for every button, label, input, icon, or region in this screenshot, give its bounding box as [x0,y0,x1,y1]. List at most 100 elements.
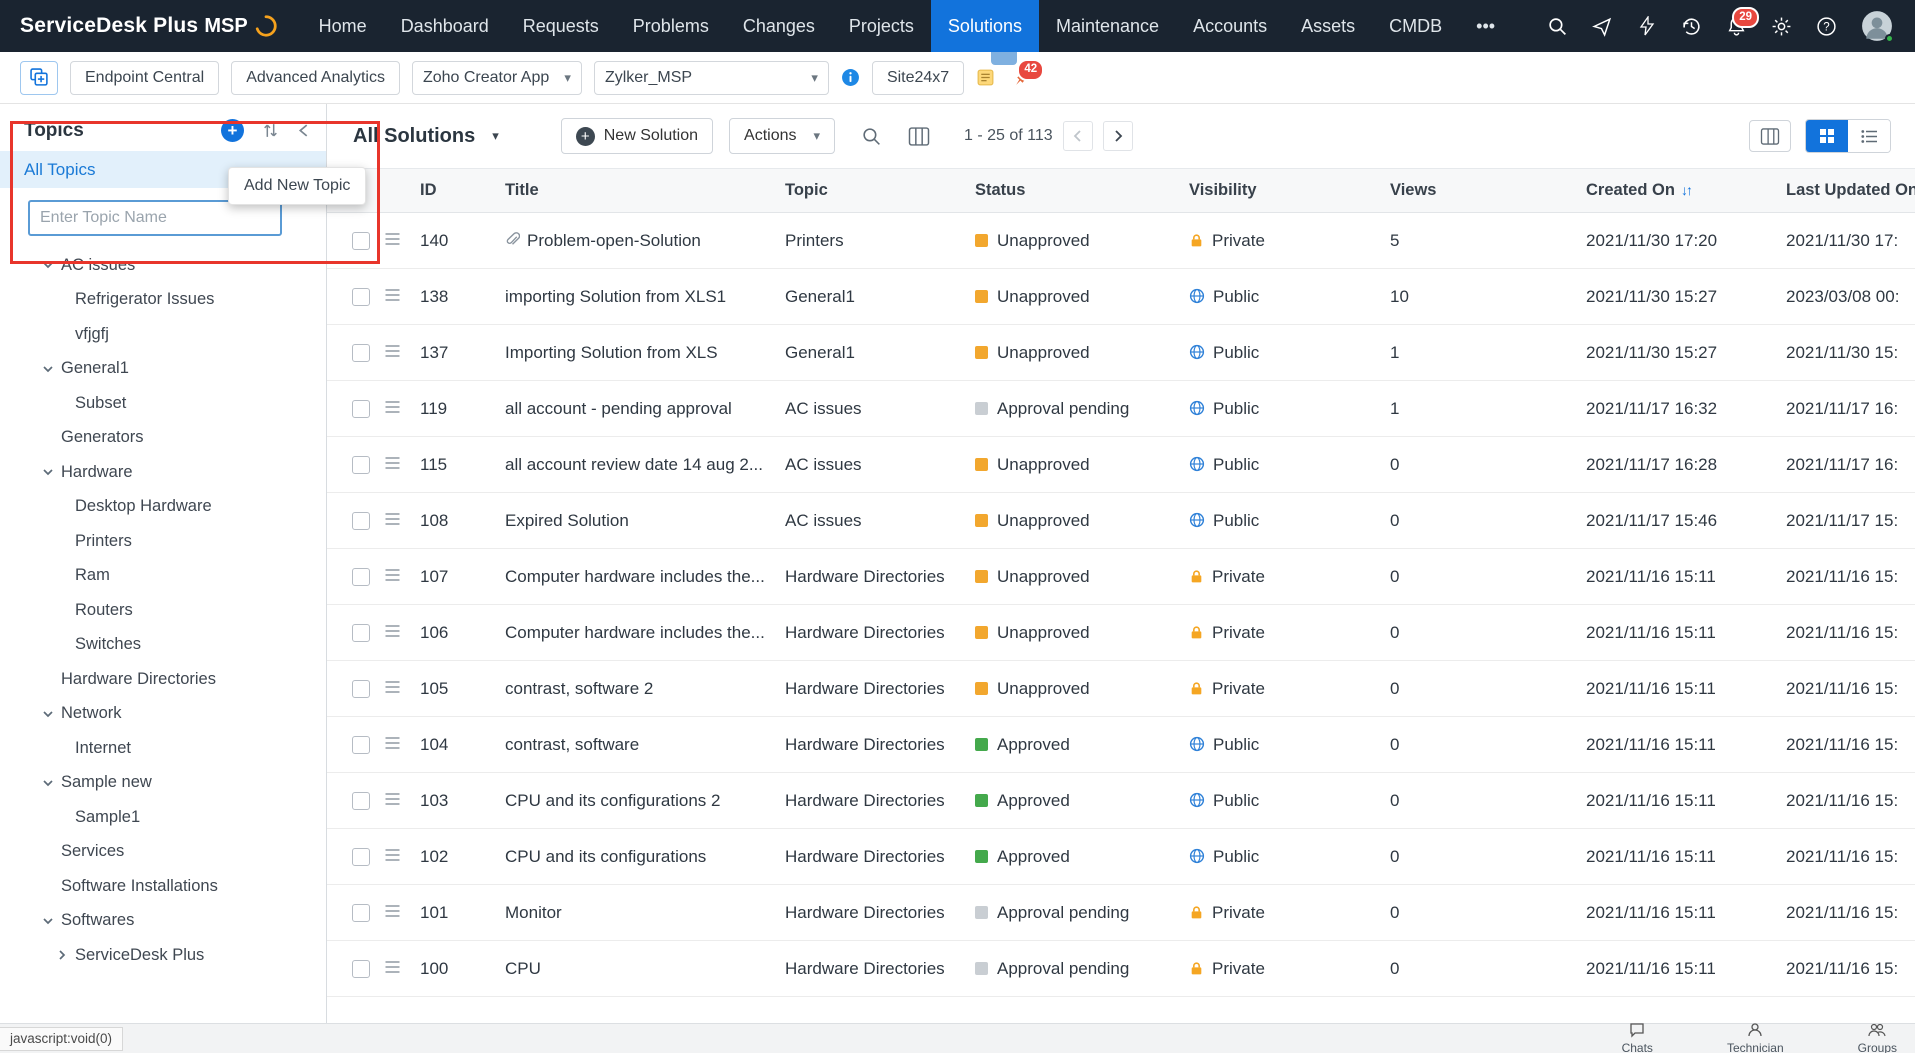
solution-title-link[interactable]: CPU and its configurations [505,847,706,866]
list-view-button[interactable] [1848,120,1890,152]
nav-item-dashboard[interactable]: Dashboard [384,0,506,52]
solution-title-link[interactable]: Monitor [505,903,562,922]
prev-page-button[interactable] [1063,121,1093,151]
table-row[interactable]: 115all account review date 14 aug 2...AC… [327,437,1915,493]
announcement-pin-icon[interactable]: 42 [1013,68,1032,87]
chevron-down-icon[interactable] [42,708,61,720]
collapse-sidebar-icon[interactable] [297,123,310,138]
solution-title-link[interactable]: importing Solution from XLS1 [505,287,726,306]
row-checkbox[interactable] [352,512,370,530]
table-row[interactable]: 106Computer hardware includes the...Hard… [327,605,1915,661]
topic-tree-item[interactable]: Hardware Directories [0,662,326,697]
drag-handle-icon[interactable] [384,512,401,526]
history-icon[interactable] [1681,16,1702,37]
chevron-down-icon[interactable] [42,915,61,927]
topic-tree-item[interactable]: Software Installations [0,869,326,904]
nav-item-requests[interactable]: Requests [506,0,616,52]
col-header-visibility[interactable]: Visibility [1183,169,1384,213]
row-checkbox[interactable] [352,680,370,698]
nav-item-solutions[interactable]: Solutions [931,0,1039,52]
col-header-created-on[interactable]: Created On↓↑ [1580,169,1780,213]
apps-launcher-button[interactable] [20,61,58,95]
row-checkbox[interactable] [352,288,370,306]
topic-name-input[interactable] [28,200,282,236]
drag-handle-icon[interactable] [384,456,401,470]
topic-tree-item[interactable]: Routers [0,593,326,628]
site24x7-button[interactable]: Site24x7 [872,61,964,95]
sort-icon[interactable]: ↓↑ [1681,182,1691,198]
col-header-status[interactable]: Status [969,169,1183,213]
nav-item-maintenance[interactable]: Maintenance [1039,0,1176,52]
drag-handle-icon[interactable] [384,904,401,918]
topic-tree-item[interactable]: Printers [0,524,326,559]
nav-item-home[interactable]: Home [302,0,384,52]
topic-tree-item[interactable]: Services [0,835,326,870]
row-checkbox[interactable] [352,624,370,642]
nav-item-problems[interactable]: Problems [616,0,726,52]
account-select[interactable]: Zylker_MSP ▾ [594,61,829,95]
nav-item-more[interactable]: ••• [1459,0,1512,52]
help-icon[interactable]: ? [1816,16,1837,37]
table-row[interactable]: 105contrast, software 2Hardware Director… [327,661,1915,717]
topic-tree-item[interactable]: Network [0,697,326,732]
brand-logo[interactable]: ServiceDesk Plus MSP [20,14,278,38]
topic-tree-item[interactable]: Refrigerator Issues [0,283,326,318]
add-topic-button[interactable]: + [221,119,244,142]
topic-tree-item[interactable]: Switches [0,628,326,663]
nav-item-cmdb[interactable]: CMDB [1372,0,1459,52]
notifications-bell-icon[interactable]: 29 [1726,16,1747,37]
solution-title-link[interactable]: contrast, software 2 [505,679,653,698]
topic-tree-item[interactable]: Internet [0,731,326,766]
solution-title-link[interactable]: CPU and its configurations 2 [505,791,720,810]
release-notes-icon[interactable] [976,68,995,87]
new-solution-button[interactable]: + New Solution [561,118,713,154]
table-row[interactable]: 138importing Solution from XLS1General1U… [327,269,1915,325]
solution-title-link[interactable]: CPU [505,959,541,978]
quick-actions-icon[interactable] [1637,16,1657,36]
drag-handle-icon[interactable] [384,624,401,638]
topic-tree-item[interactable]: ServiceDesk Plus [0,938,326,973]
row-checkbox[interactable] [352,344,370,362]
chevron-down-icon[interactable] [42,777,61,789]
topic-tree-item[interactable]: Ram [0,559,326,594]
chevron-right-icon[interactable] [56,949,75,961]
col-header-topic[interactable]: Topic [779,169,969,213]
row-checkbox[interactable] [352,568,370,586]
row-checkbox[interactable] [352,960,370,978]
col-header-id[interactable]: ID [414,169,499,213]
row-checkbox[interactable] [352,848,370,866]
row-checkbox[interactable] [352,736,370,754]
topic-tree-item[interactable]: Softwares [0,904,326,939]
chevron-down-icon[interactable] [42,363,61,375]
topic-tree-item[interactable]: General1 [0,352,326,387]
table-row[interactable]: 103CPU and its configurations 2Hardware … [327,773,1915,829]
solution-title-link[interactable]: Computer hardware includes the... [505,623,765,642]
zoho-creator-app-select[interactable]: Zoho Creator App ▾ [412,61,582,95]
solution-title-link[interactable]: Computer hardware includes the... [505,567,765,586]
solution-title-link[interactable]: all account review date 14 aug 2... [505,455,763,474]
nav-item-accounts[interactable]: Accounts [1176,0,1284,52]
next-page-button[interactable] [1103,121,1133,151]
table-row[interactable]: 140Problem-open-SolutionPrintersUnapprov… [327,213,1915,269]
dock-item-chats[interactable]: Chats [1622,1022,1653,1053]
view-selector[interactable]: All Solutions ▾ [353,125,499,148]
table-row[interactable]: 100CPUHardware DirectoriesApproval pendi… [327,941,1915,997]
chevron-down-icon[interactable] [42,259,61,271]
drag-handle-icon[interactable] [384,344,401,358]
row-checkbox[interactable] [352,400,370,418]
table-row[interactable]: 101MonitorHardware DirectoriesApproval p… [327,885,1915,941]
reorder-topics-icon[interactable] [263,122,278,139]
row-checkbox[interactable] [352,792,370,810]
drag-handle-icon[interactable] [384,288,401,302]
nav-item-projects[interactable]: Projects [832,0,931,52]
dock-item-groups[interactable]: Groups [1858,1022,1897,1053]
user-avatar[interactable] [1861,10,1893,42]
row-checkbox[interactable] [352,904,370,922]
solution-title-link[interactable]: contrast, software [505,735,639,754]
col-header-views[interactable]: Views [1384,169,1580,213]
nav-item-changes[interactable]: Changes [726,0,832,52]
topic-tree-item[interactable]: Hardware [0,455,326,490]
dock-item-technician[interactable]: Technician [1727,1022,1784,1053]
drag-handle-icon[interactable] [384,848,401,862]
search-icon[interactable] [861,126,882,147]
